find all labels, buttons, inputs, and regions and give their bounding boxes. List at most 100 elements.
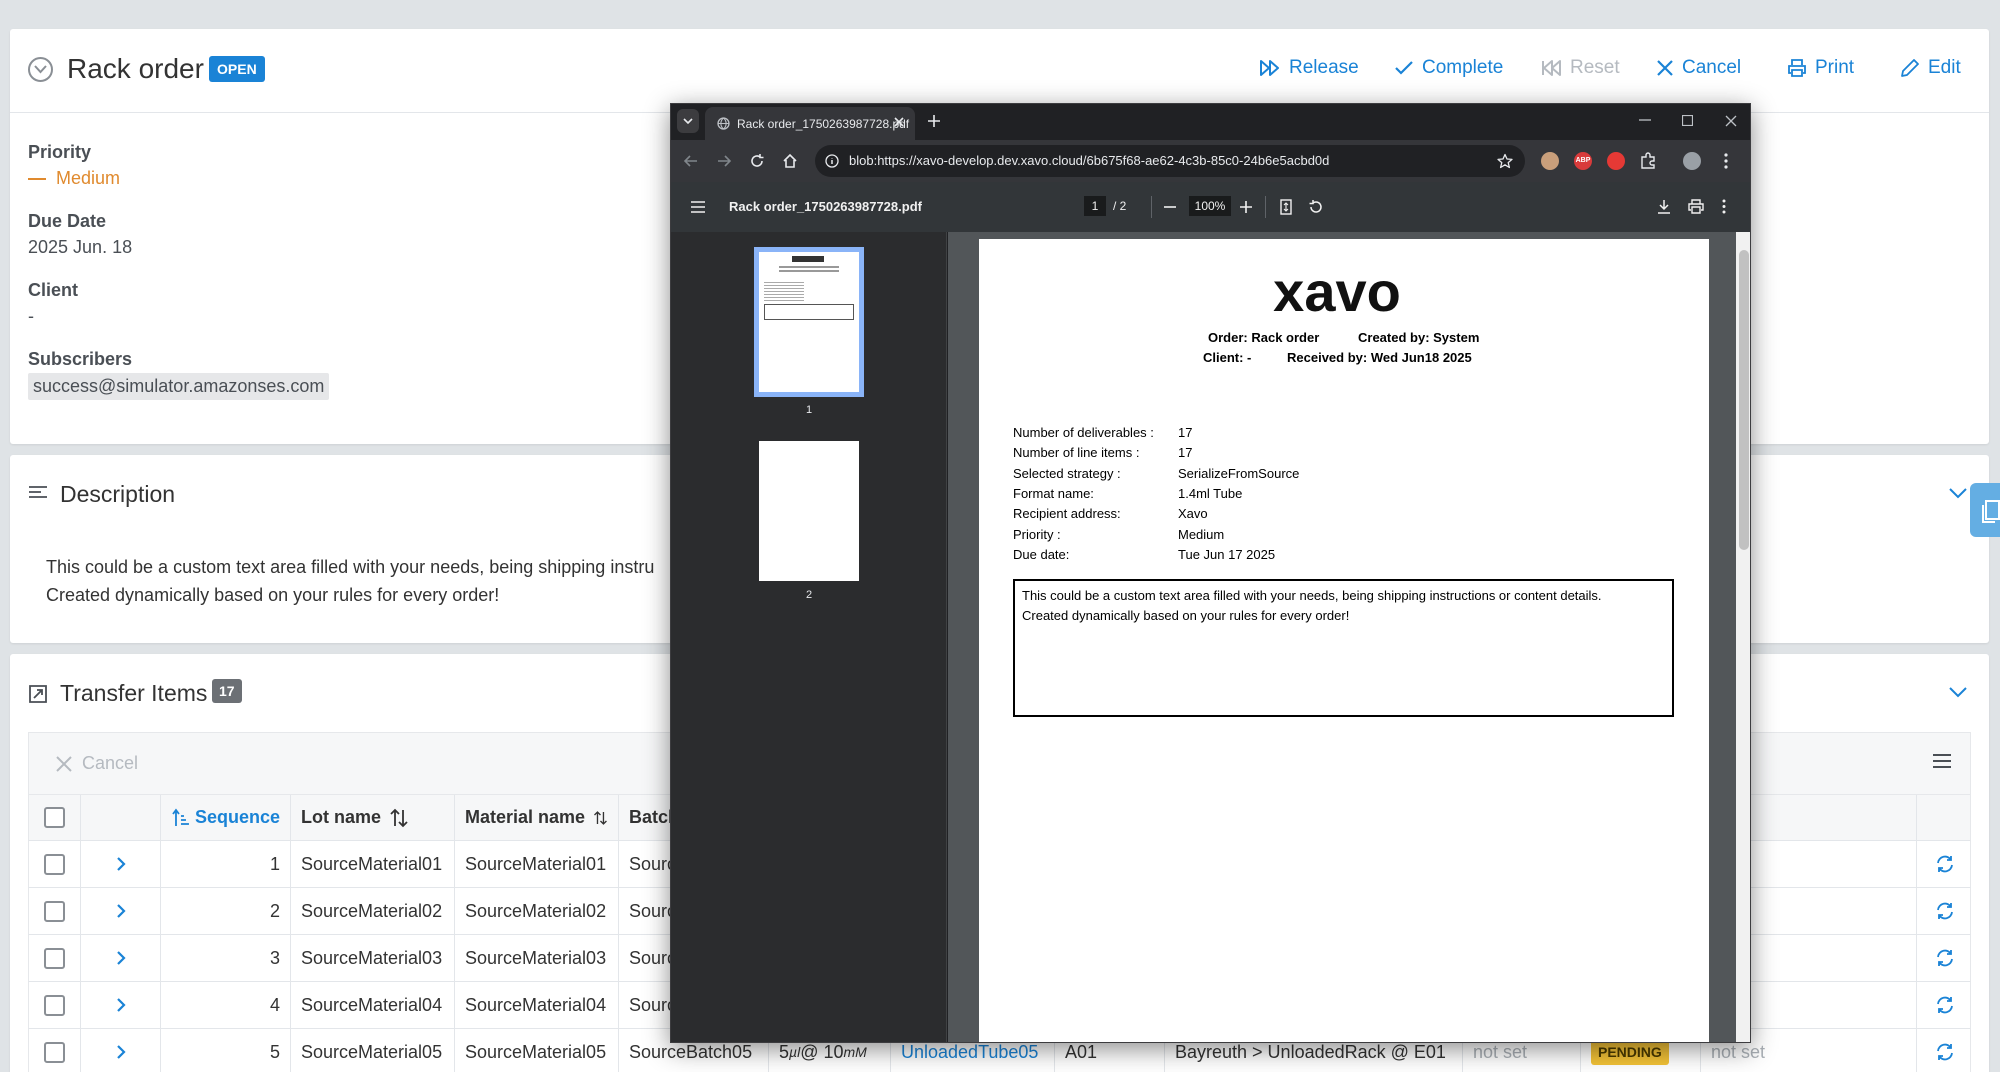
window-close-icon[interactable] [1725,115,1737,127]
priority-medium-icon [28,177,46,180]
refresh-icon [1936,902,1953,920]
fit-page-icon[interactable] [1280,199,1292,215]
new-tab-icon[interactable] [927,114,941,128]
chevron-down-icon[interactable] [1949,488,1967,499]
row-expand-cell[interactable] [81,888,161,934]
close-icon[interactable] [893,116,905,128]
tab-search-button[interactable] [677,109,699,133]
pdf-detail-value: 17 [1178,425,1193,440]
menu-icon[interactable] [1932,753,1952,769]
globe-icon [717,117,730,130]
back-icon[interactable] [683,153,699,169]
pdf-scroll-thumb[interactable] [1739,250,1749,550]
url-field[interactable]: blob:https://xavo-develop.dev.xavo.cloud… [815,145,1525,177]
pdf-created-line: Created by: System [1358,330,1480,345]
reset-label: Reset [1570,57,1620,78]
zoom-in-icon[interactable] [1240,201,1252,213]
lot-name-header[interactable]: Lot name [291,795,455,840]
close-icon [56,755,72,772]
browser-tab-active[interactable]: Rack order_1750263987728.pdf [705,107,915,140]
material-name-header[interactable]: Material name [455,795,619,840]
cancel-button[interactable]: Cancel [1656,57,1741,79]
home-icon[interactable] [782,153,798,169]
pencil-icon [1901,59,1919,77]
page-number-input[interactable]: 1 [1084,196,1106,216]
chevron-right-icon [116,998,126,1012]
sequence-cell: 3 [161,935,291,981]
toolbar-cancel-button[interactable]: Cancel [56,753,138,774]
browser-tabstrip: Rack order_1750263987728.pdf [671,104,1750,140]
refresh-cell[interactable] [1917,888,1972,934]
reload-icon[interactable] [749,153,765,169]
row-expand-cell[interactable] [81,935,161,981]
extension-red-icon[interactable] [1607,152,1625,170]
description-text: This could be a custom text area filled … [46,553,686,609]
pdf-received-line: Received by: Wed Jun18 2025 [1287,350,1472,365]
thumb-line [779,266,839,268]
download-icon[interactable] [1657,199,1671,214]
edit-button[interactable]: Edit [1900,57,1961,79]
thumbnail-page-1[interactable] [754,247,864,397]
select-all-checkbox[interactable] [44,807,65,828]
pdf-detail-value: Xavo [1178,506,1208,522]
rotate-icon[interactable] [1308,199,1324,215]
more-vert-icon[interactable] [1722,199,1726,214]
menu-icon[interactable] [691,201,705,213]
zoom-out-icon[interactable] [1164,206,1176,208]
info-icon[interactable] [825,154,839,168]
release-button[interactable]: Release [1259,57,1359,79]
extension-avatar-icon[interactable] [1541,152,1559,170]
side-panel-tab[interactable] [1970,483,2000,537]
description-title: Description [60,481,176,507]
thumbnail-page-2[interactable] [759,441,859,581]
bookmark-star-icon[interactable] [1497,153,1513,169]
row-checkbox[interactable] [44,1041,65,1063]
row-expand-cell[interactable] [81,982,161,1028]
sort-icon [594,810,607,825]
fast-forward-icon [1260,60,1279,76]
collapse-chevron-icon[interactable] [28,57,53,82]
row-select-cell [29,1029,81,1072]
minimize-icon[interactable] [1639,119,1651,121]
row-expand-cell[interactable] [81,841,161,887]
profile-avatar-icon[interactable] [1683,152,1701,170]
row-checkbox[interactable] [44,994,65,1016]
pdf-detail-key: Number of deliverables : [1013,425,1154,440]
pdf-toolbar: Rack order_1750263987728.pdf 1 / 2 100% [671,182,1750,232]
complete-button[interactable]: Complete [1394,57,1503,79]
pdf-scrollbar[interactable] [1736,232,1750,1042]
refresh-cell[interactable] [1917,1029,1972,1072]
material-name-cell: SourceMaterial02 [455,888,619,934]
printer-icon[interactable] [1688,199,1704,214]
adblock-extension-icon[interactable]: ABP [1574,152,1592,170]
row-checkbox[interactable] [44,947,65,969]
refresh-cell[interactable] [1917,982,1972,1028]
release-label: Release [1289,57,1359,78]
reset-button[interactable]: Reset [1540,57,1620,79]
actions-header [1917,795,1972,840]
pdf-description-box: This could be a custom text area filled … [1013,579,1674,717]
close-icon [1657,60,1673,76]
refresh-icon [1936,855,1953,873]
chevron-right-icon [116,1045,126,1059]
select-all-cell [29,795,81,840]
count-badge: 17 [212,679,242,703]
chevron-down-icon[interactable] [1949,687,1967,698]
row-checkbox[interactable] [44,853,65,875]
maximize-icon[interactable] [1682,115,1693,126]
row-expand-cell[interactable] [81,1029,161,1072]
refresh-cell[interactable] [1917,841,1972,887]
material-name-cell: SourceMaterial05 [455,1029,619,1072]
sequence-header[interactable]: Sequence [161,795,291,840]
volume-unit: µl [789,1044,801,1060]
zoom-input[interactable]: 100% [1189,196,1231,216]
more-vert-icon[interactable] [1724,153,1728,169]
chevron-right-icon [116,904,126,918]
lot-name-cell: SourceMaterial01 [291,841,455,887]
puzzle-icon[interactable] [1639,152,1657,170]
page-total: / 2 [1113,199,1127,213]
row-checkbox[interactable] [44,900,65,922]
refresh-cell[interactable] [1917,935,1972,981]
forward-icon[interactable] [716,153,732,169]
print-button[interactable]: Print [1787,57,1854,79]
